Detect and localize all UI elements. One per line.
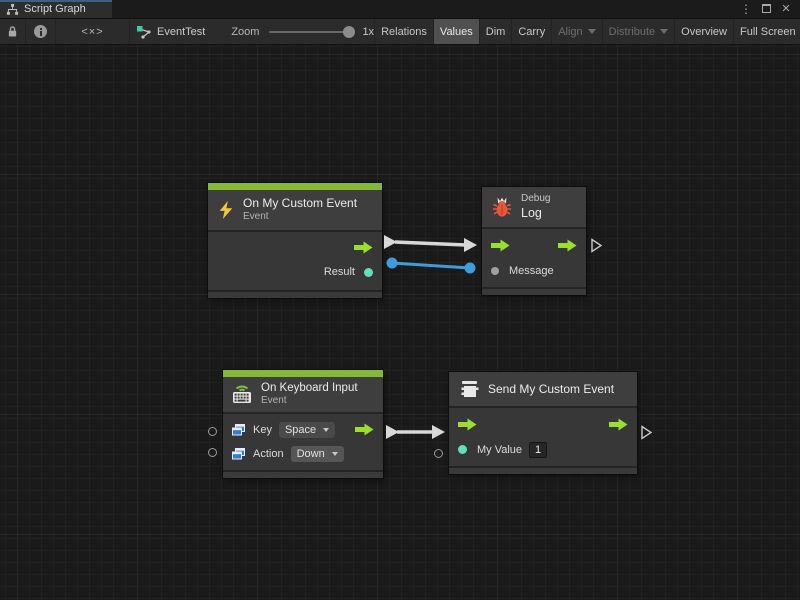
flow-input-port[interactable] xyxy=(491,239,510,252)
node-body: Result xyxy=(208,232,382,290)
flow-input-port[interactable] xyxy=(458,418,477,431)
toolbar-button-dim[interactable]: Dim xyxy=(479,19,512,44)
toolbar-left-group: <×> xyxy=(0,19,130,44)
toolbar-button-align[interactable]: Align xyxy=(551,19,601,44)
lock-button[interactable] xyxy=(0,19,26,44)
unconnected-input-indicator[interactable] xyxy=(208,427,217,436)
node-send-my-custom-event[interactable]: Send My Custom Event My Value 1 xyxy=(449,372,637,474)
toolbar-button-fullscreen[interactable]: Full Screen xyxy=(733,19,800,44)
graph-canvas[interactable] xyxy=(0,45,800,600)
toolbar-button-relations[interactable]: Relations xyxy=(374,19,433,44)
node-title: Send My Custom Event xyxy=(488,382,614,396)
node-header: On My Custom Event Event xyxy=(208,190,382,232)
graph-nodes-icon xyxy=(136,25,152,39)
script-graph-window: Script Graph ⋮ × <×> xyxy=(0,0,800,600)
node-title: On My Custom Event xyxy=(243,196,357,211)
code-view-button[interactable]: <×> xyxy=(56,19,130,44)
zoom-label: Zoom xyxy=(231,26,259,38)
graph-breadcrumb[interactable]: EventTest xyxy=(136,25,205,39)
node-footer xyxy=(449,466,637,474)
unconnected-flow-indicator[interactable] xyxy=(640,425,653,440)
flow-output-port[interactable] xyxy=(558,239,577,252)
lock-icon xyxy=(7,25,18,38)
node-footer xyxy=(482,287,586,295)
flow-output-port[interactable] xyxy=(354,241,373,254)
flow-output-port[interactable] xyxy=(355,423,374,436)
dropdown-arrow-icon xyxy=(588,29,596,34)
node-footer xyxy=(208,290,382,298)
my-value-input[interactable]: 1 xyxy=(529,442,547,458)
graph-toolbar: <×> EventTest Zoom 1x Relations Values D… xyxy=(0,19,800,45)
window-value-icon xyxy=(232,448,245,460)
zoom-value: 1x xyxy=(362,26,374,38)
action-port-label: Action xyxy=(253,448,284,460)
info-icon xyxy=(34,25,47,38)
result-port-label: Result xyxy=(324,266,355,278)
zoom-slider-handle[interactable] xyxy=(343,26,355,38)
keyboard-icon xyxy=(231,383,253,405)
node-header: Debug Log xyxy=(482,187,586,229)
action-dropdown[interactable]: Down xyxy=(291,446,344,462)
graph-name: EventTest xyxy=(157,26,205,38)
toolbar-button-distribute[interactable]: Distribute xyxy=(602,19,674,44)
zoom-slider[interactable] xyxy=(269,31,353,33)
unconnected-flow-indicator[interactable] xyxy=(590,238,603,253)
key-dropdown[interactable]: Space xyxy=(279,422,335,438)
toolbar-button-values[interactable]: Values xyxy=(433,19,479,44)
message-value-port[interactable] xyxy=(491,267,499,275)
tab-title: Script Graph xyxy=(24,3,86,15)
node-category: Debug xyxy=(521,193,550,206)
event-accent-bar xyxy=(208,183,382,190)
window-close-icon[interactable]: × xyxy=(779,3,793,15)
dropdown-arrow-icon xyxy=(660,29,668,34)
unconnected-input-indicator[interactable] xyxy=(208,448,217,457)
flow-output-port[interactable] xyxy=(609,418,628,431)
result-value-port[interactable] xyxy=(364,268,373,277)
node-debug-log[interactable]: Debug Log Message xyxy=(482,187,586,295)
window-menu-icon[interactable]: ⋮ xyxy=(739,3,753,15)
toolbar-button-carry[interactable]: Carry xyxy=(511,19,551,44)
active-tab-indicator xyxy=(0,0,112,2)
lightning-icon xyxy=(217,199,235,221)
bug-icon xyxy=(491,195,513,219)
info-button[interactable] xyxy=(26,19,56,44)
node-title: Log xyxy=(521,206,550,222)
node-body: Message xyxy=(482,229,586,287)
graph-hierarchy-icon xyxy=(6,3,19,16)
custom-event-icon xyxy=(458,378,480,400)
code-icon: <×> xyxy=(81,26,103,38)
node-body: My Value 1 xyxy=(449,408,637,466)
unconnected-input-indicator[interactable] xyxy=(434,449,443,458)
node-subtitle: Event xyxy=(261,395,358,408)
node-header: On Keyboard Input Event xyxy=(223,377,383,414)
dropdown-arrow-icon xyxy=(323,428,329,432)
node-subtitle: Event xyxy=(243,211,357,224)
node-on-my-custom-event[interactable]: On My Custom Event Event Result xyxy=(208,183,382,298)
node-body: Key Space Action Dow xyxy=(223,414,383,470)
message-port-label: Message xyxy=(509,265,554,277)
node-footer xyxy=(223,470,383,478)
window-controls: ⋮ × xyxy=(739,0,800,18)
dropdown-arrow-icon xyxy=(332,452,338,456)
window-value-icon xyxy=(232,424,245,436)
window-maximize-icon[interactable] xyxy=(759,3,773,15)
event-accent-bar xyxy=(223,370,383,377)
my-value-port[interactable] xyxy=(458,445,467,454)
node-title: On Keyboard Input xyxy=(261,381,358,395)
toolbar-button-overview[interactable]: Overview xyxy=(674,19,733,44)
my-value-label: My Value xyxy=(477,444,522,456)
key-port-label: Key xyxy=(253,424,272,436)
tab-bar: Script Graph ⋮ × xyxy=(0,0,800,19)
tab-script-graph[interactable]: Script Graph xyxy=(0,0,112,18)
toolbar-right-group: Relations Values Dim Carry Align Distrib… xyxy=(374,19,800,44)
zoom-control: Zoom 1x xyxy=(231,26,374,38)
node-on-keyboard-input[interactable]: On Keyboard Input Event Key Space xyxy=(223,370,383,478)
node-header: Send My Custom Event xyxy=(449,372,637,408)
